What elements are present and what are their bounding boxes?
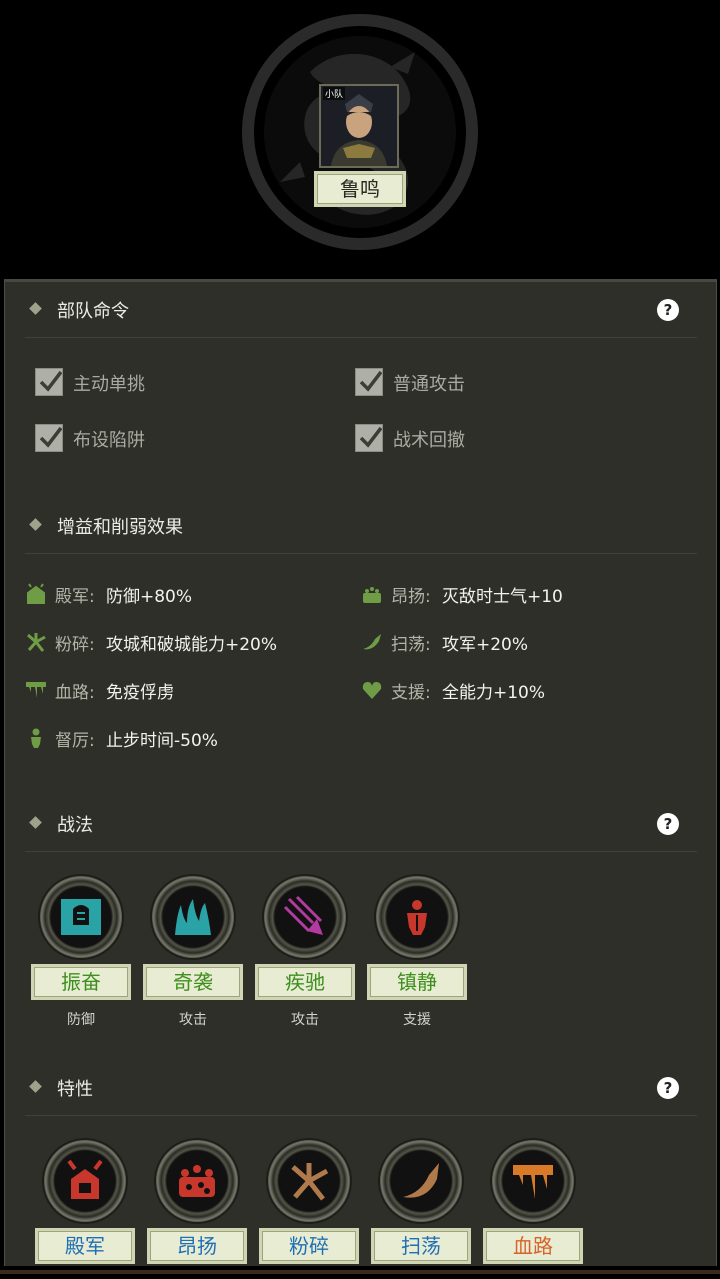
blood-path-trait-icon (513, 1165, 553, 1199)
trait-label-button[interactable]: 粉碎 (259, 1228, 359, 1264)
tactic-label-button[interactable]: 奇袭 (143, 964, 243, 1000)
calm-icon (407, 900, 427, 935)
checkbox-checked-icon[interactable] (355, 368, 383, 396)
command-label: 普通攻击 (393, 374, 465, 395)
buff-value: 攻城和破城能力+20% (106, 635, 278, 655)
buff-value: 全能力+10% (442, 683, 546, 703)
shatter-icon (27, 633, 46, 652)
charge-icon (283, 895, 323, 935)
buff-value: 防御+80% (106, 587, 193, 607)
rearguard-icon (27, 583, 45, 604)
buff-name: 扫荡: (391, 635, 431, 655)
trait-orb[interactable] (156, 1140, 238, 1222)
tactic-label-button[interactable]: 镇静 (367, 964, 467, 1000)
section-title: 战法 (57, 815, 93, 836)
supervise-icon (31, 728, 41, 748)
trait-label-button[interactable]: 殿军 (35, 1228, 135, 1264)
trait-label-button[interactable]: 血路 (483, 1228, 583, 1264)
buff-name: 督厉: (55, 731, 95, 751)
trait-orb[interactable] (44, 1140, 126, 1222)
general-portrait[interactable]: 小队 (319, 84, 399, 168)
tactic-label-button[interactable]: 振奋 (31, 964, 131, 1000)
section-traits-header: 特性 ? (25, 1060, 697, 1116)
checkbox-checked-icon[interactable] (355, 424, 383, 452)
diamond-bullet-icon (29, 302, 42, 315)
morale-trait-icon (179, 1165, 215, 1197)
tactic-type: 防御 (67, 1012, 95, 1028)
trait-label-button[interactable]: 扫荡 (371, 1228, 471, 1264)
section-title: 增益和削弱效果 (57, 517, 183, 538)
buff-name: 殿军: (55, 587, 95, 607)
sweep-icon (363, 634, 381, 650)
general-name-button[interactable]: 鲁鸣 (314, 171, 406, 207)
bottom-bar (0, 1270, 720, 1274)
trait-orb[interactable] (492, 1140, 574, 1222)
rally-icon (61, 899, 101, 935)
tactics-help-icon[interactable]: ? (657, 813, 679, 835)
morale-icon (363, 587, 381, 603)
sweep-trait-icon (403, 1163, 439, 1198)
bottom-border (0, 1266, 720, 1279)
army-detail-panel: 部队命令 ? 主动单挑 普通攻击 布设陷阱 战术回撤 增益和削弱效果 殿军: 防… (4, 279, 717, 1279)
buff-name: 支援: (391, 683, 431, 703)
diamond-bullet-icon (29, 1080, 42, 1093)
buff-value: 灭敌时士气+10 (442, 587, 563, 607)
tactic-orb[interactable] (264, 876, 346, 958)
section-commands-header: 部队命令 ? (25, 282, 697, 338)
traits-help-icon[interactable]: ? (657, 1077, 679, 1099)
command-label: 战术回撤 (393, 430, 465, 451)
commands-help-icon[interactable]: ? (657, 299, 679, 321)
section-title: 特性 (57, 1079, 93, 1100)
section-title: 部队命令 (57, 301, 129, 322)
command-label: 布设陷阱 (73, 430, 145, 451)
trait-orb[interactable] (380, 1140, 462, 1222)
buff-value: 免疫俘虏 (106, 683, 174, 703)
buff-value: 攻军+20% (442, 635, 529, 655)
diamond-bullet-icon (29, 518, 42, 531)
buff-name: 血路: (55, 683, 95, 703)
command-label: 主动单挑 (73, 374, 145, 395)
tactic-orb[interactable] (376, 876, 458, 958)
squad-tag: 小队 (323, 87, 346, 100)
buff-name: 粉碎: (55, 635, 95, 655)
tactic-type: 攻击 (291, 1012, 319, 1028)
raid-icon (175, 899, 211, 935)
trait-label-button[interactable]: 昂扬 (147, 1228, 247, 1264)
trait-orb[interactable] (268, 1140, 350, 1222)
checkbox-checked-icon[interactable] (35, 368, 63, 396)
tactic-type: 支援 (403, 1012, 431, 1028)
shatter-trait-icon (291, 1163, 329, 1201)
tactic-orb[interactable] (152, 876, 234, 958)
section-tactics-header: 战法 ? (25, 796, 697, 852)
tactic-label-button[interactable]: 疾驰 (255, 964, 355, 1000)
general-header: 小队 鲁鸣 (0, 0, 720, 280)
section-buffs-header: 增益和削弱效果 (25, 498, 697, 554)
rearguard-trait-icon (67, 1159, 103, 1199)
buff-value: 止步时间-50% (106, 731, 218, 751)
tactic-orb[interactable] (40, 876, 122, 958)
buff-name: 昂扬: (391, 587, 431, 607)
blood-path-icon (26, 682, 46, 698)
support-icon (362, 682, 382, 699)
checkbox-checked-icon[interactable] (35, 424, 63, 452)
tactic-type: 攻击 (179, 1012, 207, 1028)
diamond-bullet-icon (29, 816, 42, 829)
